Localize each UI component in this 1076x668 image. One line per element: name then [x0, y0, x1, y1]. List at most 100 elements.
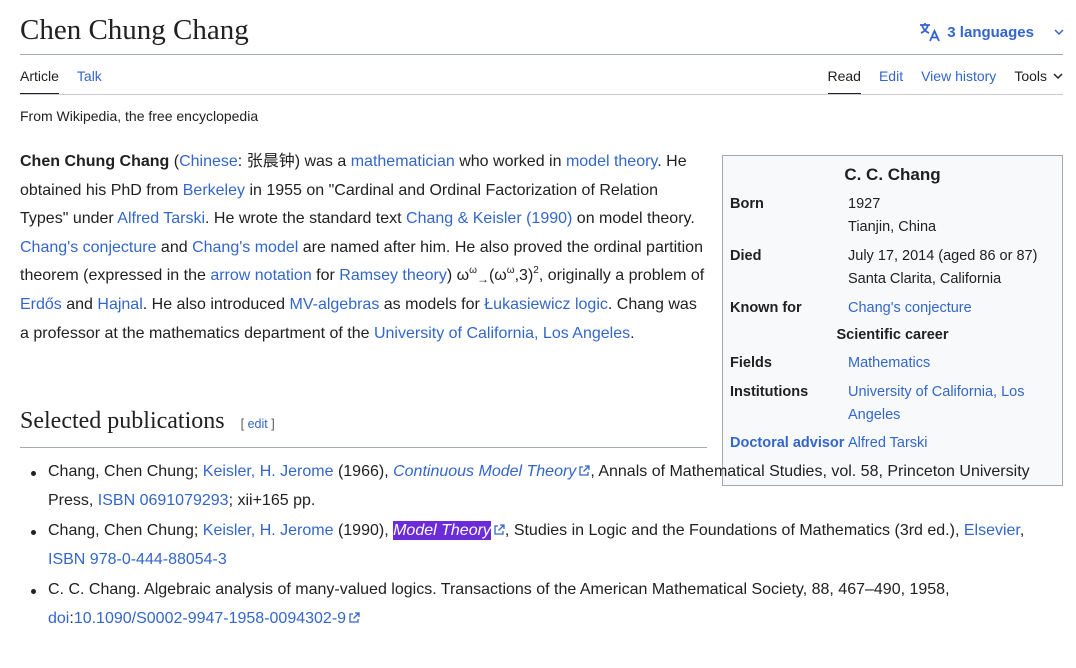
link-isbn[interactable]: ISBN 0691079293 — [98, 492, 229, 509]
link-keisler[interactable]: Keisler, H. Jerome — [203, 463, 334, 480]
math-text: (ω — [488, 267, 507, 285]
list-item: Chang, Chen Chung; Keisler, H. Jerome (1… — [31, 517, 1058, 574]
translate-icon — [920, 23, 941, 42]
list-item: C. C. Chang. Algebraic analysis of many-… — [31, 576, 1058, 633]
tagline: From Wikipedia, the free encyclopedia — [20, 108, 259, 124]
text: as models for — [379, 295, 485, 313]
lead-paragraph: Chen Chung Chang (Chinese: 张晨钟) was a ma… — [20, 148, 706, 348]
link-erdos[interactable]: Erdős — [20, 296, 62, 313]
link-mathematics[interactable]: Mathematics — [848, 355, 930, 371]
text: . He wrote the standard text — [205, 210, 407, 228]
text: Chang, Chen Chung; — [48, 522, 203, 540]
publication-title: Continuous Model Theory — [393, 463, 577, 480]
tab-article[interactable]: Article — [20, 68, 59, 95]
tab-talk[interactable]: Talk — [77, 68, 102, 95]
languages-label: 3 languages — [947, 23, 1034, 41]
link-model-theory[interactable]: model theory — [566, 153, 657, 170]
infobox-label: Born — [730, 196, 764, 212]
link-doctoral-advisor[interactable]: Doctoral advisor — [730, 435, 844, 451]
subject-name: Chen Chung Chang — [20, 153, 170, 170]
infobox-label: Died — [730, 248, 762, 264]
link-arrow-notation[interactable]: arrow notation — [210, 267, 311, 284]
external-link-icon — [579, 465, 590, 476]
text: who worked in — [454, 153, 566, 170]
born-date: 1927 — [848, 196, 881, 212]
link-chang-keisler[interactable]: Chang & Keisler (1990) — [406, 210, 572, 227]
link-model-theory-book[interactable]: Model Theory — [393, 521, 505, 541]
external-link-icon — [494, 524, 505, 535]
link-changs-conjecture[interactable]: Chang's conjecture — [20, 239, 156, 256]
text: (1966), — [333, 463, 394, 480]
infobox-label: Institutions — [730, 384, 809, 400]
infobox-title: C. C. Chang — [844, 165, 941, 184]
page-title: Chen Chung Chang — [20, 14, 249, 46]
tab-view-history[interactable]: View history — [921, 68, 996, 95]
link-hajnal[interactable]: Hajnal — [97, 296, 142, 313]
infobox-row-born: Born 1927 Tianjin, China — [723, 193, 1062, 239]
infobox-value: Chang's conjecture — [848, 297, 1055, 320]
bracket: [ — [240, 417, 248, 431]
view-tabs: Read Edit View history Tools — [827, 68, 1064, 95]
text: : 张晨钟) was a — [237, 153, 351, 170]
text: ( — [169, 153, 180, 170]
died-date: July 17, 2014 (aged 86 or 87) — [848, 248, 1038, 264]
tab-edit[interactable]: Edit — [879, 68, 903, 95]
infobox-row-institutions: Institutions University of California, L… — [723, 381, 1062, 427]
math-superscript: ω — [506, 265, 515, 277]
link-changs-model[interactable]: Chang's model — [192, 239, 298, 256]
math-text: ,3) — [514, 267, 534, 285]
tools-menu[interactable]: Tools — [1014, 68, 1063, 95]
infobox-value: University of California, Los Angeles — [848, 381, 1055, 427]
doi-value: 10.1090/S0002-9947-1958-0094302-9 — [73, 609, 347, 627]
infobox-row-known-for: Known for Chang's conjecture — [723, 297, 1062, 320]
link-mv-algebras[interactable]: MV-algebras — [290, 296, 380, 313]
link-changs-conjecture[interactable]: Chang's conjecture — [848, 300, 972, 316]
infobox-row-fields: Fields Mathematics — [723, 352, 1062, 375]
link-ucla[interactable]: University of California, Los Angeles — [374, 325, 630, 342]
tab-read[interactable]: Read — [827, 68, 861, 95]
text: (1990), — [333, 522, 394, 540]
link-ramsey-theory[interactable]: Ramsey theory — [339, 267, 447, 284]
text: for — [311, 267, 340, 285]
link-mathematician[interactable]: mathematician — [351, 153, 455, 170]
link-ucla[interactable]: University of California, Los Angeles — [848, 384, 1025, 423]
link-doi[interactable]: 10.1090/S0002-9947-1958-0094302-9 — [74, 610, 360, 627]
infobox-section-header: Scientific career — [836, 327, 949, 343]
link-elsevier[interactable]: Elsevier — [964, 522, 1020, 539]
tools-label: Tools — [1014, 68, 1047, 84]
infobox-value: Alfred Tarski — [848, 432, 1055, 455]
languages-button[interactable]: 3 languages — [919, 22, 1064, 42]
text: , Studies in Logic and the Foundations o… — [504, 522, 964, 540]
link-alfred-tarski[interactable]: Alfred Tarski — [117, 210, 205, 227]
chevron-down-icon — [1053, 73, 1063, 80]
text: , — [1019, 522, 1025, 540]
publications-list: Chang, Chen Chung; Keisler, H. Jerome (1… — [31, 458, 1058, 636]
text: . — [630, 324, 635, 342]
edit-section-link[interactable]: edit — [248, 417, 268, 431]
math-arrow: → — [476, 272, 489, 287]
text: ; xii+165 pp. — [228, 491, 316, 509]
link-keisler[interactable]: Keisler, H. Jerome — [203, 522, 334, 539]
infobox-row-doctoral-advisor: Doctoral advisor Alfred Tarski — [723, 432, 1062, 455]
tabs-divider — [20, 94, 1063, 95]
link-lukasiewicz-logic[interactable]: Łukasiewicz logic — [484, 296, 608, 313]
text: Chang, Chen Chung; — [48, 463, 203, 480]
link-isbn[interactable]: ISBN 978-0-444-88054-3 — [48, 551, 227, 568]
list-item: Chang, Chen Chung; Keisler, H. Jerome (1… — [31, 458, 1058, 515]
math-text: ) ω — [446, 267, 470, 285]
infobox-row-died: Died July 17, 2014 (aged 86 or 87) Santa… — [723, 245, 1062, 291]
chevron-down-icon — [1054, 29, 1064, 36]
infobox-value: Mathematics — [848, 352, 1055, 375]
text: and — [61, 295, 98, 313]
link-continuous-model-theory[interactable]: Continuous Model Theory — [393, 463, 590, 480]
link-berkeley[interactable]: Berkeley — [183, 182, 245, 199]
infobox-label: Fields — [730, 355, 772, 371]
link-chinese[interactable]: Chinese — [179, 153, 238, 170]
text: on model theory. — [572, 210, 695, 228]
math-superscript: ω — [469, 265, 477, 277]
link-alfred-tarski[interactable]: Alfred Tarski — [848, 435, 928, 451]
link-doi-label[interactable]: doi — [48, 610, 69, 627]
text: and — [156, 238, 193, 256]
bracket: ] — [267, 417, 275, 431]
title-divider — [20, 54, 1063, 55]
